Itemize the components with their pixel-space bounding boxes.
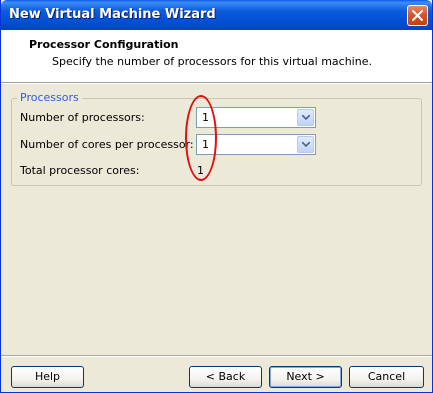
title-bar[interactable]: New Virtual Machine Wizard <box>1 0 432 30</box>
dropdown-arrow-button[interactable] <box>297 136 314 153</box>
wizard-window: New Virtual Machine Wizard Processor Con… <box>0 0 433 393</box>
total-cores-label: Total processor cores: <box>20 164 140 177</box>
chevron-down-icon <box>302 142 310 147</box>
window-title: New Virtual Machine Wizard <box>9 7 216 22</box>
page-subtitle: Specify the number of processors for thi… <box>52 55 372 68</box>
close-icon <box>412 10 423 21</box>
header-divider <box>1 83 432 84</box>
close-button[interactable] <box>407 5 428 26</box>
number-of-processors-label: Number of processors: <box>20 111 145 124</box>
wizard-header: Processor Configuration Specify the numb… <box>1 30 432 83</box>
processors-group-legend: Processors <box>17 91 82 104</box>
next-button[interactable]: Next > <box>269 366 342 388</box>
footer-divider <box>1 355 432 357</box>
help-button[interactable]: Help <box>11 366 84 388</box>
cancel-button[interactable]: Cancel <box>349 366 424 388</box>
back-button[interactable]: < Back <box>189 366 262 388</box>
dropdown-arrow-button[interactable] <box>297 109 314 126</box>
cores-per-processor-label: Number of cores per processor: <box>20 138 194 151</box>
chevron-down-icon <box>302 115 310 120</box>
red-highlight-ellipse <box>185 95 217 181</box>
page-title: Processor Configuration <box>29 38 179 51</box>
